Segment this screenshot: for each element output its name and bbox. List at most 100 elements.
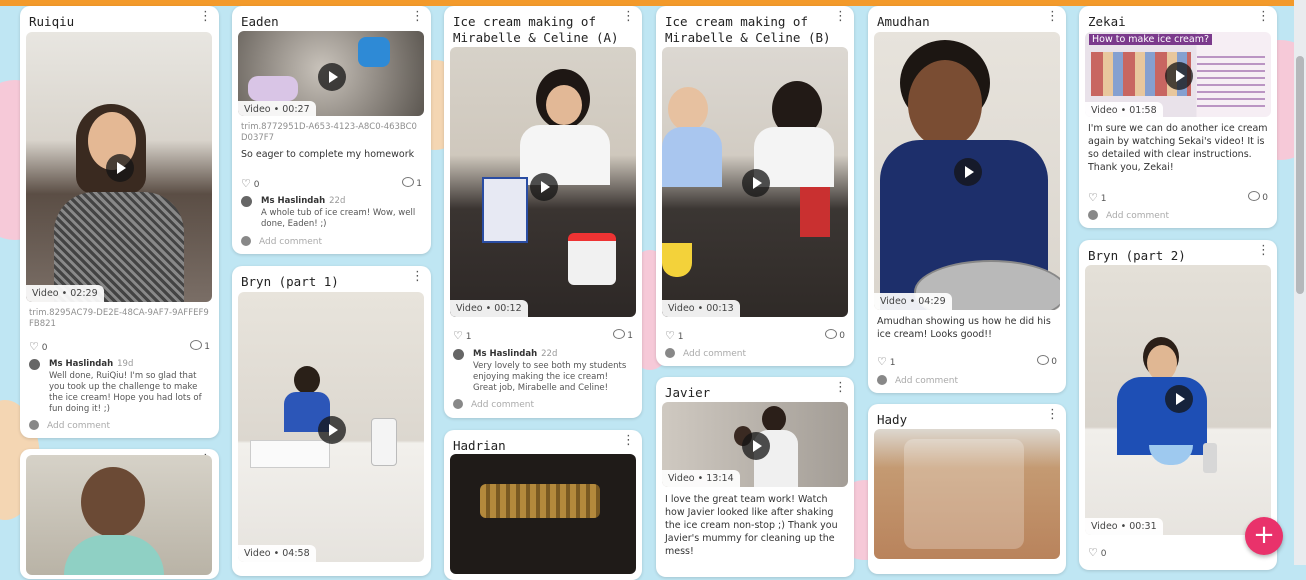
add-post-button[interactable]: + (1245, 517, 1283, 555)
more-options-icon[interactable]: ⋮ (411, 10, 424, 23)
like-count: 0 (253, 180, 260, 190)
add-comment-button[interactable]: Add comment (877, 375, 958, 387)
more-options-icon[interactable]: ⋮ (834, 381, 847, 394)
post-card-amudhan[interactable]: Amudhan ⋮ Video • 04:29 Amudhan showing … (868, 6, 1066, 393)
video-duration-badge: Video • 00:12 (450, 300, 528, 317)
post-title: Zekai (1088, 14, 1126, 29)
video-thumbnail[interactable]: Video • 00:13 (662, 47, 848, 317)
comment-count[interactable]: 0 (825, 329, 845, 341)
video-thumbnail[interactable]: Video • 04:58 (238, 292, 424, 562)
play-icon[interactable] (318, 63, 346, 91)
post-title: Ice cream making of Mirabelle & Celine (… (453, 14, 619, 45)
comment-count[interactable]: 0 (1248, 191, 1268, 203)
reactions-row: ♡ 0 (1088, 546, 1268, 559)
like-count: 1 (677, 332, 684, 342)
video-thumbnail[interactable] (26, 455, 212, 575)
play-icon[interactable] (1165, 385, 1193, 413)
reactions-row: ♡ 1 0 (665, 329, 845, 342)
more-options-icon[interactable]: ⋮ (411, 270, 424, 283)
video-thumbnail[interactable]: Video • 04:29 (874, 32, 1060, 310)
post-card-video[interactable]: ⋮ (20, 449, 219, 579)
more-options-icon[interactable]: ⋮ (1257, 244, 1270, 257)
heart-icon: ♡ (877, 355, 887, 368)
more-options-icon[interactable]: ⋮ (834, 10, 847, 23)
play-icon[interactable] (742, 432, 770, 460)
post-card-ice-cream-a[interactable]: Ice cream making of Mirabelle & Celine (… (444, 6, 642, 418)
scrollbar-thumb[interactable] (1296, 56, 1304, 294)
add-comment-button[interactable]: Add comment (1088, 210, 1169, 222)
post-card-ruiqiu[interactable]: Ruiqiu ⋮ Video • 02:29 trim.8295AC79-DE2… (20, 6, 219, 438)
comment-count[interactable]: 1 (190, 340, 210, 352)
play-icon[interactable] (954, 158, 982, 186)
video-duration-badge: Video • 00:31 (1085, 518, 1163, 535)
more-options-icon[interactable]: ⋮ (199, 10, 212, 23)
add-comment-button[interactable]: Add comment (453, 399, 534, 411)
avatar (877, 375, 887, 385)
play-icon[interactable] (742, 169, 770, 197)
comment-count[interactable]: 1 (402, 177, 422, 189)
video-thumbnail[interactable] (874, 429, 1060, 559)
post-card-bryn-part-2[interactable]: Bryn (part 2) ⋮ Video • 00:31 ♡ 0 (1079, 240, 1277, 570)
post-title: Amudhan (877, 14, 930, 29)
like-button[interactable]: ♡ 0 (241, 177, 259, 190)
heart-icon: ♡ (665, 329, 675, 342)
post-card-hady[interactable]: Hady ⋮ (868, 404, 1066, 574)
heart-icon: ♡ (453, 329, 463, 342)
file-name: trim.8772951D-A653-4123-A8C0-463BC0D037F… (241, 122, 417, 143)
play-icon[interactable] (1165, 62, 1193, 90)
post-card-javier[interactable]: Javier ⋮ Video • 13:14 I love the great … (656, 377, 854, 577)
add-comment-button[interactable]: Add comment (29, 420, 110, 432)
avatar (29, 420, 39, 430)
post-card-ice-cream-b[interactable]: Ice cream making of Mirabelle & Celine (… (656, 6, 854, 366)
post-title: Bryn (part 2) (1088, 248, 1186, 263)
video-duration-badge: Video • 04:58 (238, 545, 316, 562)
comment-count[interactable]: 1 (613, 329, 633, 341)
comment-author: Ms Haslindah (473, 349, 538, 359)
comment-icon (1037, 355, 1050, 365)
post-title: Ruiqiu (29, 14, 75, 29)
play-icon[interactable] (106, 154, 134, 182)
post-text: Amudhan showing us how he did his ice cr… (877, 316, 1051, 340)
like-button[interactable]: ♡ 1 (665, 329, 683, 342)
video-thumbnail[interactable]: How to make ice cream? Video • 01:58 (1085, 32, 1271, 117)
comment: Ms Haslindah 19d Well done, RuiQiu! I'm s… (29, 359, 211, 415)
like-count: 0 (41, 343, 48, 353)
play-icon[interactable] (318, 416, 346, 444)
more-options-icon[interactable]: ⋮ (1046, 408, 1059, 421)
more-options-icon[interactable]: ⋮ (1046, 10, 1059, 23)
heart-icon: ♡ (1088, 191, 1098, 204)
video-thumbnail[interactable] (450, 454, 636, 574)
comment-count[interactable]: 0 (1037, 355, 1057, 367)
video-thumbnail[interactable]: Video • 00:12 (450, 47, 636, 317)
comment-icon (190, 340, 203, 350)
like-button[interactable]: ♡ 1 (453, 329, 471, 342)
comment-icon (1248, 191, 1261, 201)
post-card-bryn-part-1[interactable]: Bryn (part 1) ⋮ Video • 04:58 (232, 266, 431, 576)
post-card-zekai[interactable]: Zekai ⋮ How to make ice cream? Video • 0… (1079, 6, 1277, 228)
avatar (453, 399, 463, 409)
comment: Ms Haslindah 22d Very lovely to see both … (453, 349, 634, 393)
post-text: I'm sure we can do another ice cream aga… (1088, 123, 1268, 173)
like-button[interactable]: ♡ 1 (877, 355, 895, 368)
like-button[interactable]: ♡ 1 (1088, 191, 1106, 204)
post-text: I love the great team work! Watch how Ja… (665, 494, 838, 557)
video-thumbnail[interactable]: Video • 00:31 (1085, 265, 1271, 535)
video-thumbnail[interactable]: Video • 13:14 (662, 402, 848, 487)
add-comment-button[interactable]: Add comment (665, 348, 746, 360)
post-card-eaden[interactable]: Eaden ⋮ Video • 00:27 trim.8772951D-A653… (232, 6, 431, 254)
video-thumbnail[interactable]: Video • 02:29 (26, 32, 212, 302)
video-thumbnail[interactable]: Video • 00:27 (238, 31, 424, 116)
comment-author: Ms Haslindah (261, 196, 326, 206)
more-options-icon[interactable]: ⋮ (622, 434, 635, 447)
like-count: 1 (889, 358, 896, 368)
scrollbar[interactable] (1294, 0, 1306, 565)
play-icon[interactable] (530, 173, 558, 201)
add-comment-button[interactable]: Add comment (241, 236, 322, 248)
more-options-icon[interactable]: ⋮ (1257, 10, 1270, 23)
like-count: 1 (1100, 194, 1107, 204)
like-button[interactable]: ♡ 0 (29, 340, 47, 353)
like-button[interactable]: ♡ 0 (1088, 546, 1106, 559)
more-options-icon[interactable]: ⋮ (622, 10, 635, 23)
post-title: Javier (665, 385, 711, 400)
post-card-hadrian[interactable]: Hadrian ⋮ (444, 430, 642, 580)
